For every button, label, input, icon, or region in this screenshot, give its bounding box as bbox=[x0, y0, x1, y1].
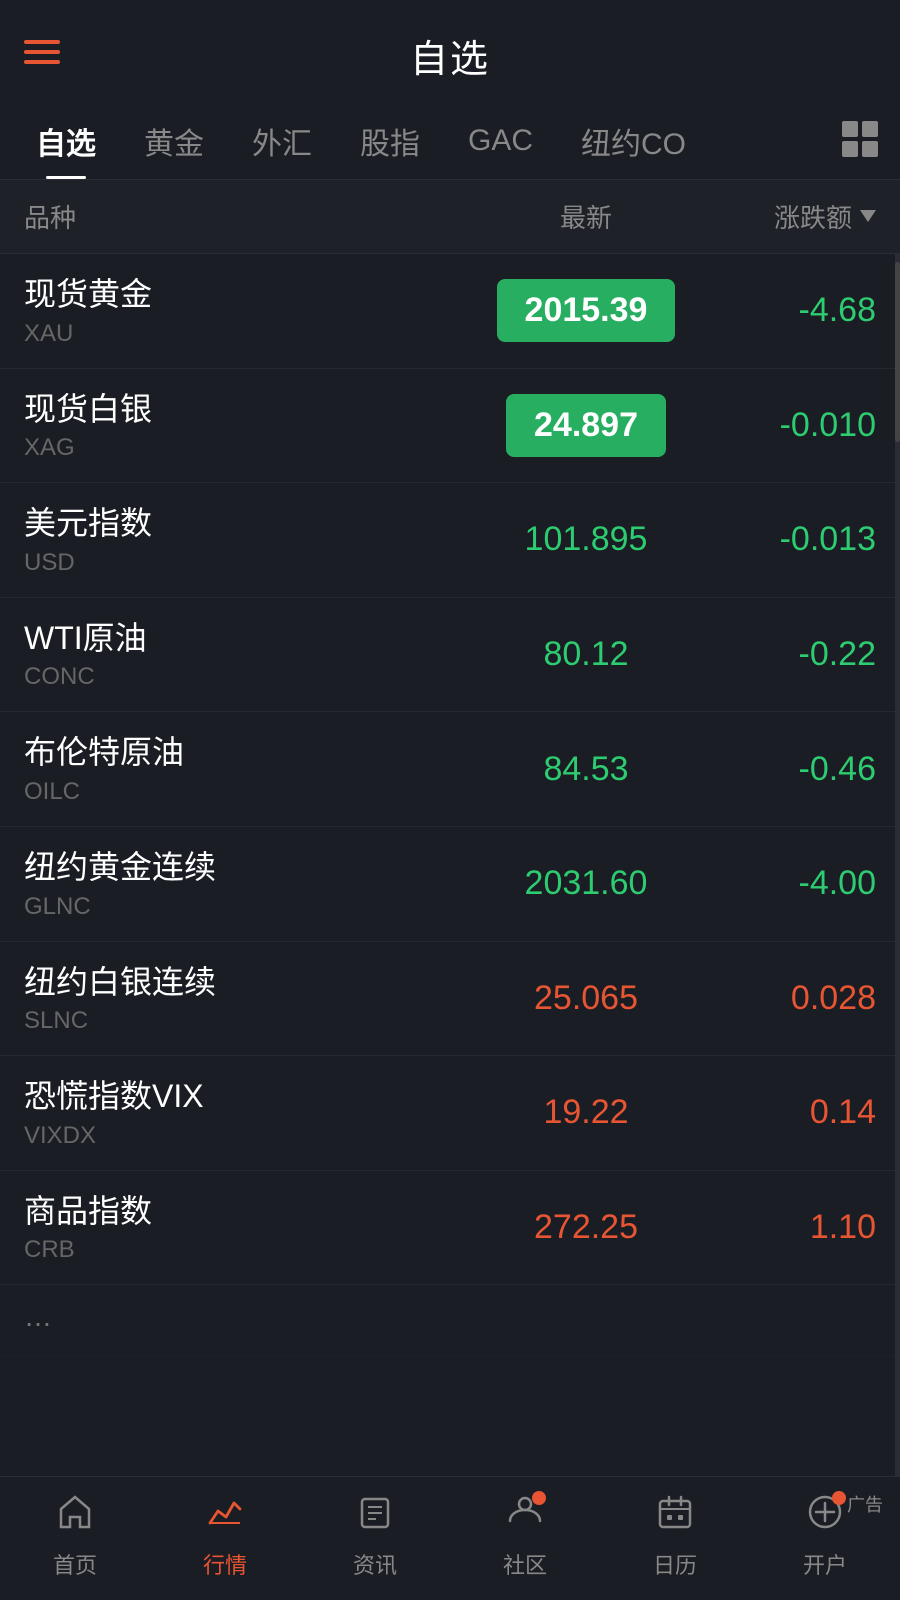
table-scroll-area: 现货黄金 XAU 2015.39 -4.68 现货白银 XAG 24.897 -… bbox=[0, 254, 900, 1477]
row-change-col: -0.46 bbox=[696, 750, 876, 789]
table-row[interactable]: 纽约黄金连续 GLNC 2031.60 -4.00 bbox=[0, 827, 900, 942]
latest-price: 80.12 bbox=[543, 635, 628, 673]
menu-icon[interactable] bbox=[24, 40, 60, 64]
sort-arrow-icon bbox=[860, 210, 876, 222]
latest-price-badge: 24.897 bbox=[506, 394, 666, 457]
table-body: 现货黄金 XAU 2015.39 -4.68 现货白银 XAG 24.897 -… bbox=[0, 254, 900, 1357]
row-name-en: XAU bbox=[24, 320, 476, 348]
table-row[interactable]: 纽约白银连续 SLNC 25.065 0.028 bbox=[0, 942, 900, 1057]
table-row[interactable]: 美元指数 USD 101.895 -0.013 bbox=[0, 483, 900, 598]
bottom-nav: 首页 行情 资讯 bbox=[0, 1476, 900, 1600]
row-name-zh: … bbox=[24, 1299, 876, 1335]
table-row[interactable]: 商品指数 CRB 272.25 1.10 bbox=[0, 1171, 900, 1286]
row-name-zh: 现货黄金 bbox=[24, 274, 476, 316]
row-latest-col: 25.065 bbox=[476, 979, 696, 1018]
row-name-zh: 商品指数 bbox=[24, 1191, 476, 1233]
row-name-en: SLNC bbox=[24, 1007, 476, 1035]
news-icon bbox=[356, 1493, 394, 1540]
tab-gac[interactable]: GAC bbox=[444, 108, 557, 174]
latest-price: 25.065 bbox=[534, 979, 638, 1017]
scrollbar-thumb[interactable] bbox=[895, 262, 900, 442]
row-latest-col: 19.22 bbox=[476, 1093, 696, 1132]
row-name-zh: 纽约黄金连续 bbox=[24, 847, 476, 889]
table-row[interactable]: 布伦特原油 OILC 84.53 -0.46 bbox=[0, 712, 900, 827]
nav-item-home[interactable]: 首页 bbox=[25, 1493, 125, 1580]
row-name-en: GLNC bbox=[24, 893, 476, 921]
row-change-col: 0.028 bbox=[696, 979, 876, 1018]
row-latest-col: 101.895 bbox=[476, 520, 696, 559]
table-row[interactable]: … bbox=[0, 1285, 900, 1356]
page-title: 自选 bbox=[410, 28, 490, 83]
latest-price-badge: 2015.39 bbox=[497, 279, 676, 342]
community-badge bbox=[532, 1491, 546, 1505]
table-row[interactable]: 现货黄金 XAU 2015.39 -4.68 bbox=[0, 254, 900, 369]
row-latest-col: 2015.39 bbox=[476, 279, 696, 342]
nav-label-market: 行情 bbox=[203, 1548, 247, 1580]
nav-label-account: 开户 bbox=[803, 1548, 847, 1580]
calendar-icon bbox=[656, 1493, 694, 1540]
community-icon bbox=[506, 1493, 544, 1540]
col-latest-header: 最新 bbox=[476, 198, 696, 235]
col-name-header: 品种 bbox=[24, 198, 476, 235]
row-latest-col: 24.897 bbox=[476, 394, 696, 457]
row-change-col: -0.013 bbox=[696, 520, 876, 559]
nav-item-community[interactable]: 社区 bbox=[475, 1493, 575, 1580]
nav-item-market[interactable]: 行情 bbox=[175, 1493, 275, 1580]
row-name-en: USD bbox=[24, 549, 476, 577]
tabs-container: 自选 黄金 外汇 股指 GAC 纽约CO bbox=[0, 103, 900, 180]
header: 自选 bbox=[0, 0, 900, 103]
latest-price: 272.25 bbox=[534, 1208, 638, 1246]
table-row[interactable]: 恐慌指数VIX VIXDX 19.22 0.14 bbox=[0, 1056, 900, 1171]
latest-price: 2031.60 bbox=[525, 864, 648, 902]
latest-price: 19.22 bbox=[543, 1093, 628, 1131]
account-badge bbox=[832, 1491, 846, 1505]
row-change-col: 0.14 bbox=[696, 1093, 876, 1132]
scrollbar-track bbox=[895, 254, 900, 1477]
tab-zixuan[interactable]: 自选 bbox=[12, 103, 120, 179]
row-name-en: CRB bbox=[24, 1236, 476, 1264]
ad-label: 广告 bbox=[847, 1491, 883, 1517]
tab-niuyueco[interactable]: 纽约CO bbox=[557, 103, 710, 179]
row-name-en: CONC bbox=[24, 663, 476, 691]
row-name-zh: 布伦特原油 bbox=[24, 732, 476, 774]
row-name-zh: 现货白银 bbox=[24, 389, 476, 431]
nav-label-news: 资讯 bbox=[353, 1548, 397, 1580]
row-latest-col: 272.25 bbox=[476, 1208, 696, 1247]
nav-item-account[interactable]: 开户 广告 bbox=[775, 1493, 875, 1580]
row-name-en: OILC bbox=[24, 778, 476, 806]
col-change-header: 涨跌额 bbox=[696, 198, 876, 235]
row-latest-col: 84.53 bbox=[476, 750, 696, 789]
tab-huangjin[interactable]: 黄金 bbox=[120, 103, 228, 179]
table-row[interactable]: 现货白银 XAG 24.897 -0.010 bbox=[0, 369, 900, 484]
row-change-col: 1.10 bbox=[696, 1208, 876, 1247]
table-row[interactable]: WTI原油 CONC 80.12 -0.22 bbox=[0, 598, 900, 713]
row-change-col: -4.68 bbox=[696, 291, 876, 330]
row-change-col: -0.010 bbox=[696, 406, 876, 445]
nav-label-calendar: 日历 bbox=[653, 1548, 697, 1580]
tab-waihui[interactable]: 外汇 bbox=[228, 103, 336, 179]
account-icon bbox=[806, 1493, 844, 1540]
tab-guzhi[interactable]: 股指 bbox=[336, 103, 444, 179]
nav-item-news[interactable]: 资讯 bbox=[325, 1493, 425, 1580]
row-change-col: -4.00 bbox=[696, 864, 876, 903]
row-name-zh: WTI原油 bbox=[24, 618, 476, 660]
latest-price: 101.895 bbox=[525, 520, 648, 558]
row-name-zh: 纽约白银连续 bbox=[24, 962, 476, 1004]
row-latest-col: 2031.60 bbox=[476, 864, 696, 903]
row-name-zh: 恐慌指数VIX bbox=[24, 1076, 476, 1118]
chart-icon bbox=[206, 1493, 244, 1540]
row-name-en: XAG bbox=[24, 434, 476, 462]
row-latest-col: 80.12 bbox=[476, 635, 696, 674]
home-icon bbox=[56, 1493, 94, 1540]
grid-view-icon[interactable] bbox=[832, 109, 888, 174]
latest-price: 84.53 bbox=[543, 750, 628, 788]
table-header: 品种 最新 涨跌额 bbox=[0, 180, 900, 254]
row-name-en: VIXDX bbox=[24, 1122, 476, 1150]
row-name-zh: 美元指数 bbox=[24, 503, 476, 545]
nav-item-calendar[interactable]: 日历 bbox=[625, 1493, 725, 1580]
row-change-col: -0.22 bbox=[696, 635, 876, 674]
nav-label-home: 首页 bbox=[53, 1548, 97, 1580]
nav-label-community: 社区 bbox=[503, 1548, 547, 1580]
